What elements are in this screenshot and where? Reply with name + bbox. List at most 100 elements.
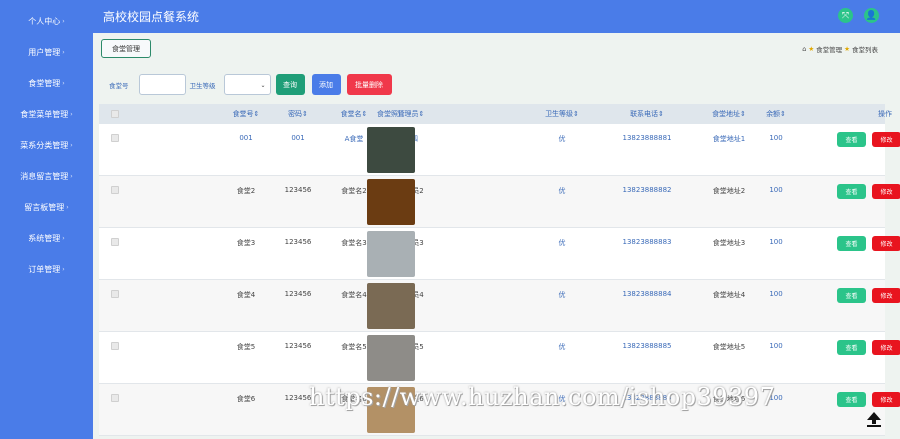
view-button[interactable]: 查看: [837, 392, 866, 407]
sidebar-item[interactable]: 用户管理 ›: [0, 37, 93, 68]
row-checkbox[interactable]: [111, 186, 119, 194]
cell-password: 123456: [284, 290, 312, 298]
sidebar-item[interactable]: 菜系分类管理 ›: [0, 130, 93, 161]
back-to-top-icon[interactable]: [866, 411, 882, 427]
cell-address: 食堂地址5: [712, 343, 746, 351]
edit-button[interactable]: 修改: [872, 340, 900, 355]
row-checkbox[interactable]: [111, 342, 119, 350]
sidebar-item-label: 食堂管理: [28, 79, 61, 88]
sidebar-item[interactable]: 订单管理 ›: [0, 254, 93, 285]
cell-balance: 100: [769, 238, 783, 246]
table-row: 001001A食堂李四优13823888881食堂地址1100查看修改删除: [99, 124, 900, 176]
cell-address: 食堂地址2: [712, 187, 746, 195]
edit-button[interactable]: 修改: [872, 132, 900, 147]
cell-phone: 13823888884: [622, 290, 672, 298]
select-all-checkbox[interactable]: [111, 110, 119, 118]
cell-phone: 13823888882: [622, 186, 672, 194]
sidebar-item[interactable]: 消息留言管理 ›: [0, 161, 93, 192]
table-header: 食堂号⇕ 密码⇕ 食堂名⇕ 管理员⇕ 食堂照片 卫生等级⇕ 联系电话⇕ 食堂地址⇕ 余额⇕ 操作: [99, 104, 892, 124]
sidebar-item-label: 消息留言管理: [20, 172, 69, 181]
row-checkbox[interactable]: [111, 238, 119, 246]
table-row: 食堂2123456食堂名2管理员2优13823888882食堂地址2100查看修…: [99, 176, 900, 228]
view-button[interactable]: 查看: [837, 236, 866, 251]
app-title: 高校校园点餐系统: [103, 10, 200, 24]
sidebar-item[interactable]: 食堂菜单管理 ›: [0, 99, 93, 130]
chevron-right-icon: ›: [62, 235, 65, 242]
sidebar-item[interactable]: 留言板管理 ›: [0, 192, 93, 223]
column-header[interactable]: 密码⇕: [273, 104, 323, 124]
add-button[interactable]: 添加: [311, 74, 341, 95]
edit-button[interactable]: 修改: [872, 392, 900, 407]
canteen-id-input[interactable]: [138, 74, 186, 95]
cell-balance: 100: [769, 186, 783, 194]
hygiene-level-select[interactable]: ⌄: [223, 74, 271, 95]
cell-hygiene: 优: [558, 343, 566, 351]
column-header[interactable]: 食堂号⇕: [216, 104, 276, 124]
cell-password: 123456: [284, 342, 312, 350]
cell-id: 食堂4: [236, 291, 256, 299]
cell-hygiene: 优: [558, 239, 566, 247]
star-icon: ★: [844, 45, 850, 53]
chevron-right-icon: ›: [62, 18, 65, 25]
sidebar-item[interactable]: 系统管理 ›: [0, 223, 93, 254]
sidebar-item-label: 菜系分类管理: [20, 141, 69, 150]
row-checkbox[interactable]: [111, 134, 119, 142]
cell-address: 食堂地址3: [712, 239, 746, 247]
chevron-down-icon: ⌄: [260, 82, 266, 89]
breadcrumb: ⌂ ★ 食堂管理 ★ 食堂列表: [802, 44, 878, 54]
batch-delete-button[interactable]: 批量删除: [346, 74, 392, 95]
home-icon[interactable]: ⌂: [802, 45, 806, 53]
edit-button[interactable]: 修改: [872, 288, 900, 303]
cell-phone: 13823888881: [622, 134, 672, 142]
query-button[interactable]: 查询: [275, 74, 305, 95]
view-button[interactable]: 查看: [837, 132, 866, 147]
view-button[interactable]: 查看: [837, 184, 866, 199]
main-content: 食堂管理 ⌂ ★ 食堂管理 ★ 食堂列表 食堂号 卫生等级 ⌄ 查询 添加 批量…: [93, 33, 900, 439]
table-row: 食堂5123456食堂名5管理员5优13823888885食堂地址5100查看修…: [99, 332, 900, 384]
watermark: https://www.huzhan.com/ishop39397: [309, 383, 776, 411]
chevron-right-icon: ›: [62, 80, 65, 87]
cell-hygiene: 优: [558, 291, 566, 299]
cell-hygiene: 优: [558, 135, 566, 143]
row-checkbox[interactable]: [111, 290, 119, 298]
cell-balance: 100: [769, 290, 783, 298]
cell-balance: 100: [769, 134, 783, 142]
canteen-id-label: 食堂号: [109, 81, 129, 90]
chevron-right-icon: ›: [62, 49, 65, 56]
user-icon[interactable]: 👤: [864, 8, 879, 23]
sidebar-item-label: 系统管理: [28, 234, 61, 243]
cell-id: 食堂5: [236, 343, 256, 351]
cell-password: 123456: [284, 186, 312, 194]
tab-canteen-management[interactable]: 食堂管理: [101, 39, 151, 58]
edit-button[interactable]: 修改: [872, 236, 900, 251]
cell-hygiene: 优: [558, 187, 566, 195]
view-button[interactable]: 查看: [837, 288, 866, 303]
sidebar-item-label: 订单管理: [28, 265, 61, 274]
fullscreen-icon[interactable]: ⤧: [838, 8, 853, 23]
chevron-right-icon: ›: [70, 173, 73, 180]
cell-address: 食堂地址1: [712, 135, 746, 143]
sidebar-item[interactable]: 个人中心 ›: [0, 6, 93, 37]
row-checkbox[interactable]: [111, 394, 119, 402]
edit-button[interactable]: 修改: [872, 184, 900, 199]
sidebar: 个人中心 › 用户管理 › 食堂管理 › 食堂菜单管理 › 菜系分类管理 › 消息留言管理 › 留言板管…: [0, 0, 93, 439]
chevron-right-icon: ›: [62, 266, 65, 273]
chevron-right-icon: ›: [70, 142, 73, 149]
cell-phone: 13823888883: [622, 238, 672, 246]
star-icon: ★: [808, 45, 815, 53]
breadcrumb-level1[interactable]: 食堂管理: [816, 44, 842, 54]
cell-address: 食堂地址4: [712, 291, 746, 299]
sidebar-item-label: 留言板管理: [24, 203, 65, 212]
breadcrumb-level2: 食堂列表: [852, 46, 878, 54]
column-header[interactable]: 食堂地址⇕: [699, 104, 759, 124]
cell-balance: 100: [769, 342, 783, 350]
cell-id: 食堂6: [236, 395, 256, 403]
column-header[interactable]: 余额⇕: [761, 104, 791, 124]
cell-id: 食堂3: [236, 239, 256, 247]
column-header[interactable]: 卫生等级⇕: [542, 104, 582, 124]
sidebar-item[interactable]: 食堂管理 ›: [0, 68, 93, 99]
column-header[interactable]: 联系电话⇕: [607, 104, 687, 124]
view-button[interactable]: 查看: [837, 340, 866, 355]
canteen-photo: [367, 179, 415, 225]
cell-id: 食堂2: [236, 187, 256, 195]
